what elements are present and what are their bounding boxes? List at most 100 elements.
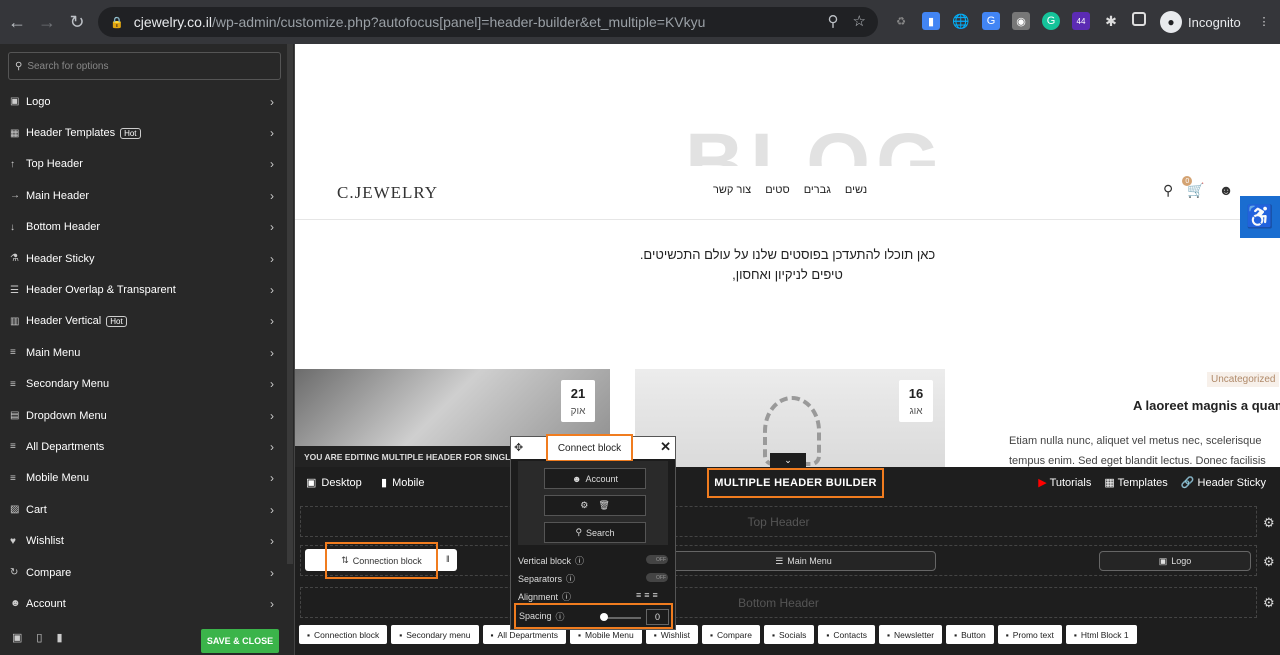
tray-element[interactable]: ▪ Compare: [701, 625, 760, 644]
desktop-tab[interactable]: ▣ Desktop: [306, 476, 362, 490]
post-title[interactable]: A laoreet magnis a quam: [1133, 398, 1280, 413]
help-icon[interactable]: ⓘ: [575, 554, 584, 567]
account-icon[interactable]: ☻: [1219, 182, 1234, 199]
sidebar-item[interactable]: ☰ Header Overlap & Transparent ›: [0, 274, 290, 305]
sidebar-item[interactable]: ☻ Account ›: [0, 588, 290, 619]
extensions-puzzle-icon[interactable]: ✱: [1102, 12, 1120, 30]
templates-link[interactable]: ▦ Templates: [1104, 476, 1167, 489]
bottom-header-row[interactable]: Bottom Header: [300, 587, 1257, 618]
browser-menu-icon[interactable]: ⋮: [1255, 12, 1273, 30]
sidebar-item[interactable]: ↑ Top Header ›: [0, 149, 290, 180]
top-header-row[interactable]: Top Header: [300, 506, 1257, 537]
cart-icon: ▨: [10, 504, 20, 516]
tutorials-link[interactable]: ▶ Tutorials: [1038, 476, 1091, 489]
sidebar-item[interactable]: ▣ Logo ›: [0, 86, 290, 117]
tray-element[interactable]: ▪ Html Block 1: [1065, 625, 1137, 644]
help-icon[interactable]: ⓘ: [556, 610, 565, 623]
account-element[interactable]: ☻ Account: [544, 468, 646, 489]
cart-icon[interactable]: 🛒 0: [1182, 176, 1205, 199]
mobile-tab[interactable]: ▮ Mobile: [381, 476, 424, 490]
accessibility-icon[interactable]: ♿: [1240, 196, 1280, 238]
sidebar-item[interactable]: ≡ Secondary Menu ›: [0, 369, 290, 400]
search-options-input[interactable]: ⚲ Search for options: [8, 52, 281, 80]
close-icon[interactable]: ✕: [660, 439, 671, 455]
save-close-button[interactable]: SAVE & CLOSE: [201, 629, 279, 653]
post-category[interactable]: Uncategorized: [1207, 372, 1280, 387]
zoom-icon[interactable]: ⚲: [828, 12, 839, 30]
sidebar-item[interactable]: ♥ Wishlist ›: [0, 525, 290, 556]
sidebar-item[interactable]: ≡ Mobile Menu ›: [0, 463, 290, 494]
tray-element[interactable]: ▪ Promo text: [997, 625, 1062, 644]
sidebar-item[interactable]: ≡ All Departments ›: [0, 431, 290, 462]
bookmark-star-icon[interactable]: ☆: [853, 12, 866, 30]
reload-icon[interactable]: ↻: [62, 7, 92, 37]
connection-block-highlight[interactable]: ⇅ Connection block: [325, 542, 438, 579]
site-logo[interactable]: C.JEWELRY: [337, 183, 438, 203]
sidepanel-icon[interactable]: [1132, 12, 1146, 26]
main-row-settings-icon[interactable]: ⚙: [1263, 554, 1275, 570]
sidebar-item[interactable]: ↓ Bottom Header ›: [0, 212, 290, 243]
align-right-icon[interactable]: ≡: [653, 590, 661, 600]
grammarly-extension-icon[interactable]: G: [1042, 12, 1060, 30]
sidebar-item[interactable]: ▦ Header Templates Hot ›: [0, 117, 290, 148]
tray-element[interactable]: ▪ Socials: [763, 625, 815, 644]
desktop-preview-icon[interactable]: ▣: [12, 631, 22, 644]
element-icon: ▪: [709, 629, 713, 640]
badge-extension-icon[interactable]: 44: [1072, 12, 1090, 30]
search-icon[interactable]: ⚲: [1163, 182, 1173, 199]
top-row-settings-icon[interactable]: ⚙: [1263, 515, 1275, 531]
sidebar-scrollbar[interactable]: [287, 44, 293, 564]
spacing-value-input[interactable]: 0: [646, 609, 669, 625]
align-center-icon[interactable]: ≡: [644, 590, 652, 600]
globe-extension-icon[interactable]: 🌐: [952, 12, 970, 30]
drag-handle[interactable]: ‖: [446, 554, 450, 564]
header-sticky-link[interactable]: 🔗 Header Sticky: [1181, 476, 1266, 489]
sidebar-item-label: Secondary Menu: [26, 378, 110, 391]
bars-icon: ≡: [10, 472, 16, 484]
spacing-slider-handle[interactable]: [600, 613, 608, 621]
tray-element[interactable]: ▪ Button: [946, 625, 994, 644]
nav-item[interactable]: גברים: [804, 184, 831, 196]
move-icon[interactable]: ✥: [514, 441, 523, 454]
help-icon[interactable]: ⓘ: [566, 572, 575, 585]
logo-element[interactable]: ▣ Logo: [1099, 551, 1251, 571]
forward-icon[interactable]: →: [32, 7, 62, 37]
address-bar[interactable]: 🔒 cjewelry.co.il/wp-admin/customize.php?…: [98, 7, 878, 37]
tablet-preview-icon[interactable]: ▯: [36, 631, 42, 644]
tray-element[interactable]: ▪ Secondary menu: [391, 625, 479, 644]
sidebar-item[interactable]: ▥ Header Vertical Hot ›: [0, 306, 290, 337]
camera-extension-icon[interactable]: ◉: [1012, 12, 1030, 30]
sidebar-item[interactable]: ⚗ Header Sticky ›: [0, 243, 290, 274]
main-menu-element[interactable]: ☰ Main Menu: [671, 551, 936, 571]
header-icons: ⚲ 🛒 0 ☻: [1163, 176, 1234, 199]
sidebar-item[interactable]: ▤ Dropdown Menu ›: [0, 400, 290, 431]
post-date-badge: 21 אוק: [561, 380, 595, 422]
tray-element[interactable]: ▪ Connection block: [299, 625, 388, 644]
back-icon[interactable]: ←: [2, 7, 32, 37]
translate-extension-icon[interactable]: G: [982, 12, 1000, 30]
nav-item[interactable]: נשים: [845, 184, 867, 196]
vertical-block-toggle[interactable]: OFF: [646, 555, 668, 564]
incognito-profile[interactable]: ● Incognito: [1160, 11, 1241, 33]
sidebar-item[interactable]: → Main Header ›: [0, 180, 290, 211]
tray-element[interactable]: ▪ Newsletter: [878, 625, 943, 644]
mobile-preview-icon[interactable]: ▮: [56, 631, 62, 644]
help-icon[interactable]: ⓘ: [562, 590, 571, 603]
tray-element[interactable]: ▪ Contacts: [818, 625, 875, 644]
sidebar-item[interactable]: ▨ Cart ›: [0, 494, 290, 525]
nav-item[interactable]: סטים: [765, 184, 790, 196]
vertical-block-option: Vertical block ⓘ: [518, 554, 584, 567]
bottom-row-settings-icon[interactable]: ⚙: [1263, 595, 1275, 611]
sidebar-item[interactable]: ↻ Compare ›: [0, 557, 290, 588]
desktop-label: Desktop: [321, 476, 362, 489]
link-icon: ⚗: [10, 253, 19, 265]
alignment-buttons[interactable]: ≡≡≡: [636, 590, 661, 600]
search-element[interactable]: ⚲ Search: [544, 522, 646, 543]
recycle-extension-icon[interactable]: ♻: [892, 12, 910, 30]
separators-toggle[interactable]: OFF: [646, 573, 668, 582]
collapse-builder-button[interactable]: ⌄: [770, 453, 806, 467]
docs-extension-icon[interactable]: ▮: [922, 12, 940, 30]
nav-item[interactable]: צור קשר: [713, 184, 751, 196]
settings-delete-element[interactable]: ⚙ 🗑: [544, 495, 646, 516]
sidebar-item[interactable]: ≡ Main Menu ›: [0, 337, 290, 368]
